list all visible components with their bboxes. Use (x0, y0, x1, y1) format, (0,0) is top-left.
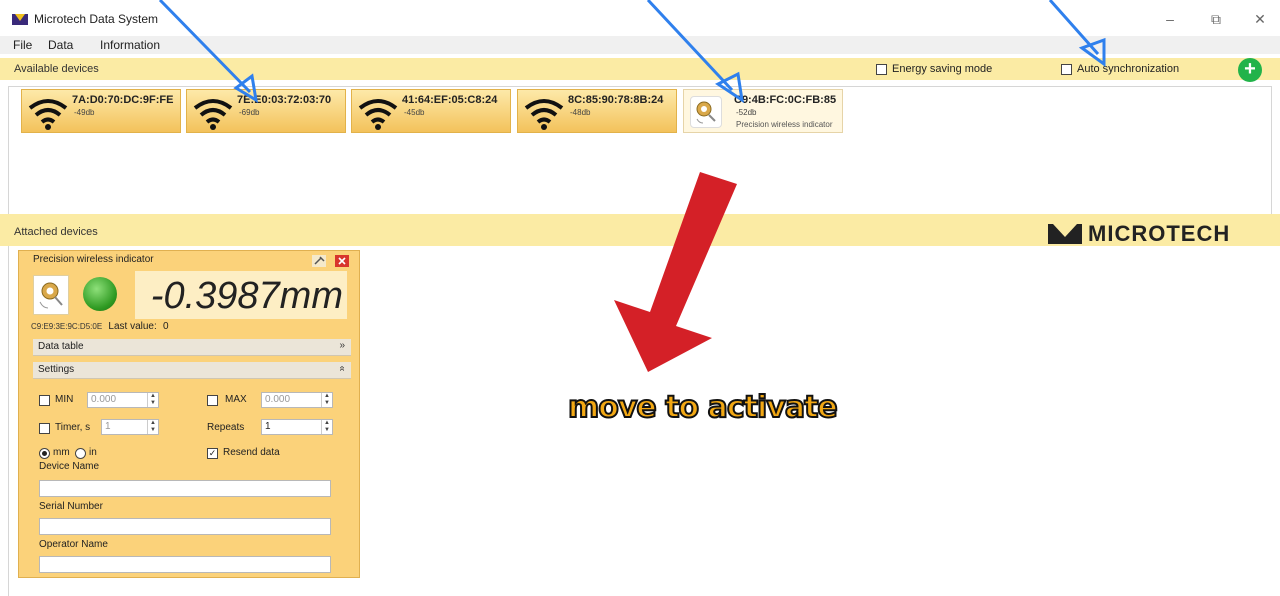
spinner-arrows-icon[interactable]: ▲ ▼ (321, 393, 332, 407)
min-checkbox[interactable] (39, 395, 50, 406)
add-device-button[interactable]: + (1238, 58, 1262, 82)
repeats-label: Repeats (207, 422, 245, 433)
energy-saving-checkbox[interactable] (876, 64, 887, 75)
app-logo-icon (12, 14, 28, 25)
unit-mm-radio[interactable] (39, 448, 50, 459)
measurement-value: -0.3987mm (150, 275, 343, 317)
device-kind: Precision wireless indicator (736, 120, 833, 129)
device-signal: -48db (570, 108, 591, 117)
microtech-logo: MICROTECH (1048, 221, 1231, 246)
resend-data-label: Resend data (223, 447, 280, 458)
min-spinner[interactable]: 0.000 ▲ ▼ (87, 392, 159, 408)
timer-spinner[interactable]: 1 ▲ ▼ (101, 419, 159, 435)
menu-data[interactable]: Data (48, 38, 73, 52)
wifi-icon (358, 99, 398, 130)
wifi-icon (524, 99, 564, 130)
wifi-icon (193, 99, 233, 130)
window-title: Microtech Data System (34, 12, 159, 26)
expand-icon: » (339, 340, 345, 351)
collapse-icon: » (336, 365, 348, 372)
title-bar: Microtech Data System – ⧉ ✕ (0, 0, 1280, 36)
auto-sync-label: Auto synchronization (1077, 63, 1180, 75)
device-mac: C9:4B:FC:0C:FB:85 (734, 94, 837, 106)
device-tile[interactable]: 7E:E0:03:72:03:70 -69db (186, 89, 346, 133)
device-signal: -45db (404, 108, 425, 117)
unit-in-radio[interactable] (75, 448, 86, 459)
settings-toggle[interactable]: Settings » (33, 362, 351, 379)
serial-number-input[interactable] (39, 518, 331, 535)
spinner-arrows-icon[interactable]: ▲ ▼ (321, 420, 332, 434)
max-spinner[interactable]: 0.000 ▲ ▼ (261, 392, 333, 408)
menu-information[interactable]: Information (100, 38, 160, 52)
pin-icon[interactable] (311, 255, 326, 267)
menu-file[interactable]: File (13, 38, 32, 52)
spinner-arrows-icon[interactable]: ▲ ▼ (147, 420, 158, 434)
data-table-toggle[interactable]: Data table » (33, 339, 351, 356)
unit-mm-label: mm (53, 447, 70, 458)
panel-device-mac: C9:E9:3E:9C:D5:0E (31, 322, 103, 331)
min-label: MIN (55, 394, 74, 405)
operator-name-input[interactable] (39, 556, 331, 573)
energy-saving-label: Energy saving mode (892, 63, 993, 75)
data-table-label: Data table (38, 341, 84, 352)
device-mac: 41:64:EF:05:C8:24 (402, 94, 498, 106)
wifi-icon (28, 99, 68, 130)
panel-title: Precision wireless indicator (33, 254, 154, 265)
available-devices-list: 7A:D0:70:DC:9F:FE -49db 7E:E0:03:72:03:7… (8, 86, 1272, 215)
instruction-text: move to activate (567, 389, 839, 426)
device-mac: 7A:D0:70:DC:9F:FE (72, 94, 174, 106)
device-name-label: Device Name (39, 461, 100, 472)
last-value: 0 (163, 321, 169, 332)
timer-label: Timer, s (55, 422, 91, 433)
resend-data-checkbox[interactable]: ✓ (207, 448, 218, 459)
last-value-label: Last value: (108, 321, 157, 332)
indicator-probe-icon (33, 275, 69, 315)
device-tile[interactable]: 41:64:EF:05:C8:24 -45db (351, 89, 511, 133)
unit-in-label: in (89, 447, 97, 458)
available-devices-header: Available devices Energy saving mode Aut… (0, 58, 1280, 80)
available-devices-label: Available devices (14, 63, 99, 75)
device-tile-selected[interactable]: C9:4B:FC:0C:FB:85 -52db Precision wirele… (683, 89, 843, 133)
serial-number-label: Serial Number (39, 501, 103, 512)
remove-device-icon[interactable] (335, 255, 349, 267)
device-tile[interactable]: 7A:D0:70:DC:9F:FE -49db (21, 89, 181, 133)
device-name-input[interactable] (39, 480, 331, 497)
max-value: 0.000 (265, 394, 291, 405)
settings-label: Settings (38, 364, 75, 375)
timer-checkbox[interactable] (39, 423, 50, 434)
menu-bar: File Data Information (0, 36, 1280, 54)
indicator-probe-icon (690, 96, 722, 128)
brand-name: MICROTECH (1088, 221, 1231, 246)
device-signal: -52db (736, 108, 757, 117)
microtech-logo-icon (1048, 224, 1082, 244)
repeats-value: 1 (265, 421, 271, 432)
device-signal: -49db (74, 108, 95, 117)
device-mac: 8C:85:90:78:8B:24 (568, 94, 664, 106)
attached-devices-label: Attached devices (14, 226, 98, 238)
connection-status-icon (83, 277, 117, 311)
max-label: MAX (225, 394, 247, 405)
repeats-spinner[interactable]: 1 ▲ ▼ (261, 419, 333, 435)
spinner-arrows-icon[interactable]: ▲ ▼ (147, 393, 158, 407)
minimize-button[interactable]: – (1150, 8, 1190, 30)
timer-value: 1 (105, 421, 111, 432)
min-value: 0.000 (91, 394, 117, 405)
max-checkbox[interactable] (207, 395, 218, 406)
operator-name-label: Operator Name (39, 539, 108, 550)
device-mac: 7E:E0:03:72:03:70 (237, 94, 332, 106)
restore-button[interactable]: ⧉ (1196, 8, 1236, 30)
device-panel: Precision wireless indicator -0.3987mm C… (18, 250, 360, 578)
device-tile[interactable]: 8C:85:90:78:8B:24 -48db (517, 89, 677, 133)
close-button[interactable]: ✕ (1240, 8, 1280, 30)
auto-sync-checkbox[interactable] (1061, 64, 1072, 75)
device-signal: -69db (239, 108, 260, 117)
